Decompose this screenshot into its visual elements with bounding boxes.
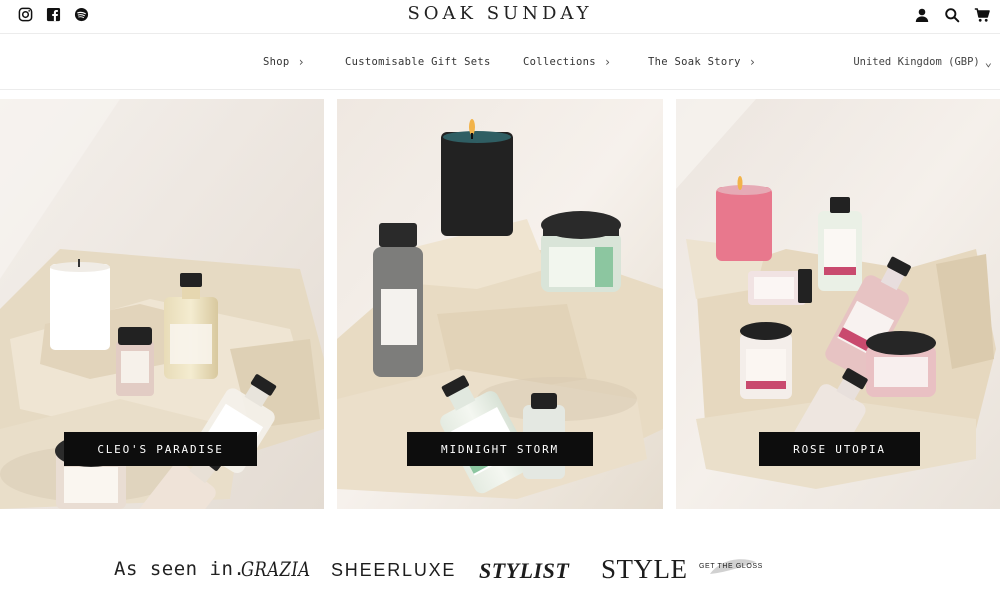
- search-icon[interactable]: [944, 7, 960, 23]
- nav-customisable-gift-sets[interactable]: Customisable Gift Sets: [345, 56, 491, 68]
- collection-label[interactable]: MIDNIGHT STORM: [407, 432, 593, 466]
- collection-tile-cleos-paradise[interactable]: CLEO'S PARADISE: [0, 99, 324, 509]
- nav-collections[interactable]: Collections ›: [523, 56, 611, 68]
- collection-label[interactable]: CLEO'S PARADISE: [64, 432, 257, 466]
- region-selector[interactable]: United Kingdom (GBP) ⌄: [853, 56, 992, 68]
- top-bar: SOAK SUNDAY: [0, 0, 1000, 34]
- region-label: United Kingdom (GBP): [853, 56, 980, 68]
- stylist-logo: STYLIST: [479, 558, 570, 583]
- utility-icons: [914, 7, 990, 23]
- collection-tile-midnight-storm[interactable]: MIDNIGHT STORM: [337, 99, 663, 509]
- nav-item-label: Shop: [263, 56, 290, 68]
- style-logo: STYLE: [601, 554, 688, 584]
- nav-item-label: The Soak Story: [648, 56, 741, 68]
- nav-shop[interactable]: Shop ›: [263, 56, 305, 68]
- cart-icon[interactable]: [974, 7, 990, 23]
- nav-item-label: Collections: [523, 56, 596, 68]
- main-navigation: Shop › Customisable Gift Sets Collection…: [0, 34, 1000, 90]
- press-intro: As seen in.: [114, 558, 246, 580]
- chevron-right-icon: ›: [297, 55, 306, 69]
- collection-tile-rose-utopia[interactable]: ROSE UTOPIA: [676, 99, 1000, 509]
- account-icon[interactable]: [914, 7, 930, 23]
- nav-the-soak-story[interactable]: The Soak Story ›: [648, 56, 756, 68]
- sheerluxe-logo: SHEERLUXE: [331, 560, 457, 580]
- nav-item-label: Customisable Gift Sets: [345, 56, 491, 68]
- chevron-right-icon: ›: [748, 55, 757, 69]
- get-the-gloss-logo: GET THE GLOSS: [699, 563, 763, 570]
- chevron-down-icon: ⌄: [984, 55, 992, 69]
- grazia-logo: GRAZIA: [241, 557, 311, 581]
- brand-logo[interactable]: SOAK SUNDAY: [0, 3, 1000, 24]
- chevron-right-icon: ›: [603, 55, 612, 69]
- press-logos-section: As seen in. GRAZIA SHEERLUXE STYLIST STY…: [0, 540, 1000, 600]
- collection-label[interactable]: ROSE UTOPIA: [759, 432, 920, 466]
